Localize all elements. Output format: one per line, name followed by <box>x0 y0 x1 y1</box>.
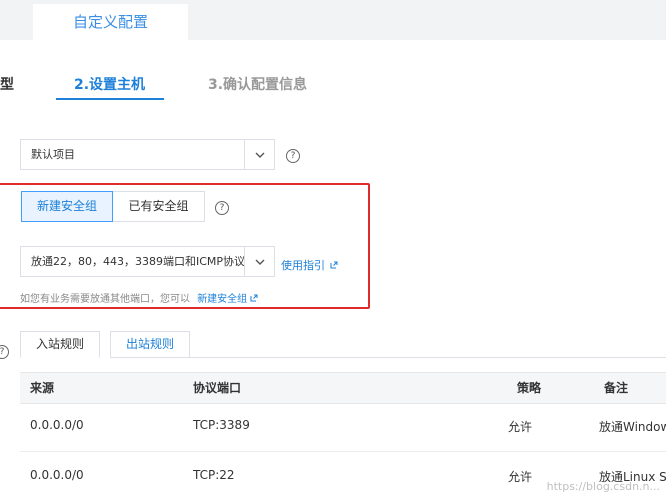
table-cell-remark: 放通Window <box>599 420 666 434</box>
row-divider <box>20 451 666 452</box>
table-cell-source: 0.0.0.0/0 <box>30 418 84 432</box>
column-header-remark: 备注 <box>604 381 629 395</box>
help-icon[interactable]: ? <box>286 149 300 163</box>
help-icon[interactable]: ? <box>0 345 9 359</box>
active-step-indicator <box>56 98 164 100</box>
security-template-select[interactable]: 放通22，80，443，3389端口和ICMP协议 <box>20 246 275 277</box>
security-group-note: 如您有业务需要放通其他端口，您可以 新建安全组 <box>20 290 258 305</box>
note-text: 如您有业务需要放通其他端口，您可以 <box>20 294 190 305</box>
step-3-label[interactable]: 3.确认配置信息 <box>208 74 307 94</box>
usage-guide-link-label: 使用指引 <box>281 259 325 272</box>
step-2-label[interactable]: 2.设置主机 <box>74 74 145 94</box>
table-cell-protocol-port: TCP:22 <box>193 468 235 482</box>
tab-inbound-rules[interactable]: 入站规则 <box>20 331 100 358</box>
table-cell-policy: 允许 <box>508 420 533 434</box>
watermark: https://blog.csdn.n... <box>546 480 660 493</box>
step-1-label[interactable]: 型 <box>0 74 14 94</box>
help-icon[interactable]: ? <box>215 201 229 215</box>
project-select[interactable]: 默认项目 <box>20 139 275 170</box>
create-security-group-link[interactable]: 新建安全组 <box>197 294 247 305</box>
project-select-value: 默认项目 <box>31 148 75 161</box>
column-header-protocol-port: 协议端口 <box>193 381 242 395</box>
chevron-down-icon[interactable] <box>244 140 274 169</box>
column-header-source: 来源 <box>30 381 55 395</box>
external-link-icon <box>250 294 258 305</box>
new-security-group-button[interactable]: 新建安全组 <box>21 191 113 222</box>
tab-divider <box>190 357 666 358</box>
table-cell-protocol-port: TCP:3389 <box>193 418 250 432</box>
usage-guide-link[interactable]: 使用指引 <box>281 254 338 273</box>
existing-security-group-button[interactable]: 已有安全组 <box>113 191 205 222</box>
tab-outbound-rules[interactable]: 出站规则 <box>110 331 190 358</box>
table-cell-source: 0.0.0.0/0 <box>30 468 84 482</box>
tab-custom-config[interactable]: 自定义配置 <box>33 4 188 40</box>
column-header-policy: 策略 <box>517 381 542 395</box>
rules-table-header <box>20 372 666 404</box>
security-template-value: 放通22，80，443，3389端口和ICMP协议 <box>31 255 246 268</box>
external-link-icon <box>330 254 338 273</box>
table-cell-policy: 允许 <box>508 470 533 484</box>
chevron-down-icon[interactable] <box>244 247 274 276</box>
